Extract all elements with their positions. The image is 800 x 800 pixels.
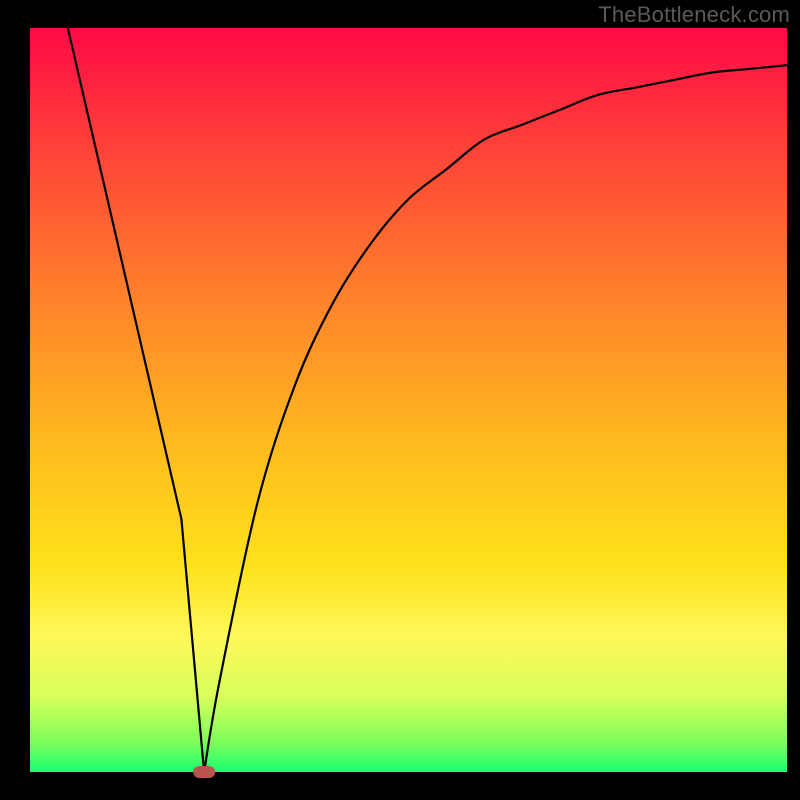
- bottleneck-chart: [0, 0, 800, 800]
- current-config-marker: [193, 766, 215, 778]
- chart-container: TheBottleneck.com: [0, 0, 800, 800]
- watermark-text: TheBottleneck.com: [598, 2, 790, 28]
- gradient-background: [30, 28, 787, 772]
